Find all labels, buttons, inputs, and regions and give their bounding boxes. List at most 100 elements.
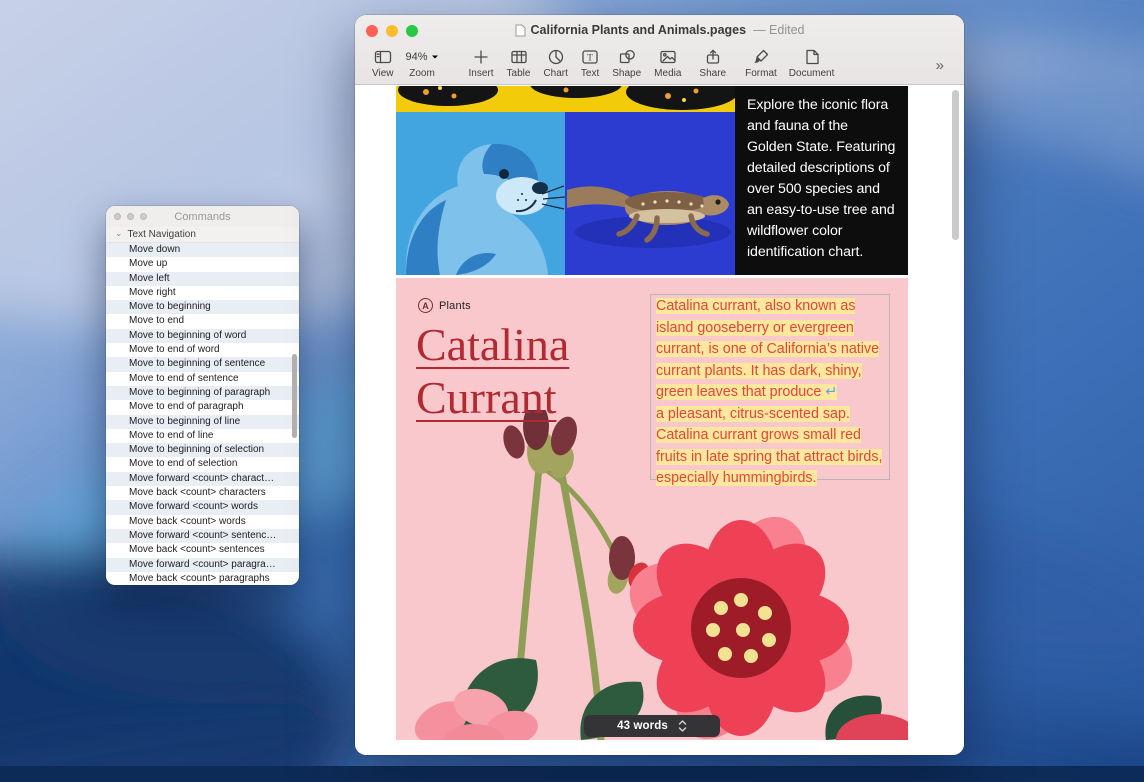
command-item[interactable]: Move back <count> sentences bbox=[106, 543, 299, 557]
command-item[interactable]: Move to beginning of selection bbox=[106, 443, 299, 457]
toolbar-insert-label: Insert bbox=[469, 68, 494, 79]
window-chrome[interactable]: California Plants and Animals.pages — Ed… bbox=[355, 15, 964, 85]
toolbar-zoom-label: Zoom bbox=[409, 68, 435, 79]
document-canvas[interactable]: Explore the iconic flora and fauna of th… bbox=[355, 85, 964, 755]
view-sidebar-icon bbox=[374, 48, 392, 66]
toolbar-table-button[interactable]: Table bbox=[504, 46, 534, 81]
intro-text-panel[interactable]: Explore the iconic flora and fauna of th… bbox=[735, 86, 908, 275]
minimize-button[interactable] bbox=[127, 213, 134, 220]
commands-titlebar[interactable]: Commands bbox=[106, 206, 299, 227]
close-button[interactable] bbox=[114, 213, 121, 220]
toolbar-chart-label: Chart bbox=[543, 68, 567, 79]
toolbar-document-label: Document bbox=[789, 68, 835, 79]
command-item[interactable]: Move right bbox=[106, 286, 299, 300]
command-item[interactable]: Move to end of word bbox=[106, 343, 299, 357]
command-item[interactable]: Move to beginning of sentence bbox=[106, 357, 299, 371]
command-item[interactable]: Move to beginning bbox=[106, 300, 299, 314]
command-item[interactable]: Move back <count> words bbox=[106, 515, 299, 529]
command-item[interactable]: Move to beginning of paragraph bbox=[106, 386, 299, 400]
highlighted-text-2: a pleasant, citrus-scented sap. Catalina… bbox=[656, 406, 882, 487]
command-item[interactable]: Move to end of sentence bbox=[106, 372, 299, 386]
window-title-text: California Plants and Animals.pages bbox=[531, 23, 747, 37]
toolbar-text-label: Text bbox=[581, 68, 599, 79]
plants-tag-label: Plants bbox=[439, 300, 471, 312]
seal-image[interactable] bbox=[396, 112, 565, 275]
toolbar-insert-button[interactable]: Insert bbox=[466, 46, 497, 81]
command-item[interactable]: Move forward <count> words bbox=[106, 500, 299, 514]
heading-line-1: Catalina bbox=[416, 318, 569, 371]
command-item[interactable]: Move to end of selection bbox=[106, 457, 299, 471]
command-item[interactable]: Move to beginning of line bbox=[106, 415, 299, 429]
toolbar-media-label: Media bbox=[654, 68, 681, 79]
toolbar: View 94% Zoom Insert Table bbox=[355, 44, 964, 84]
command-item[interactable]: Move up bbox=[106, 257, 299, 271]
text-tool-icon: T bbox=[581, 48, 599, 66]
hero-image-row bbox=[396, 112, 735, 275]
seal-illustration bbox=[396, 112, 565, 275]
format-brush-icon bbox=[752, 48, 770, 66]
toolbar-format-label: Format bbox=[745, 68, 777, 79]
intro-text: Explore the iconic flora and fauna of th… bbox=[747, 95, 896, 263]
toolbar-format-button[interactable]: Format bbox=[742, 46, 780, 81]
command-item[interactable]: Move back <count> paragraphs bbox=[106, 572, 299, 585]
command-item[interactable]: Move to end bbox=[106, 314, 299, 328]
insert-plus-icon bbox=[472, 48, 490, 66]
command-item[interactable]: Move to end of paragraph bbox=[106, 400, 299, 414]
toolbar-chart-button[interactable]: Chart bbox=[540, 46, 570, 81]
lizard-image[interactable] bbox=[565, 112, 735, 275]
word-count-widget[interactable]: 43 words bbox=[584, 715, 720, 737]
chevron-down-icon: ⌄ bbox=[115, 229, 123, 238]
svg-text:T: T bbox=[587, 53, 593, 63]
toolbar-overflow-button[interactable]: » bbox=[930, 56, 950, 75]
toolbar-table-label: Table bbox=[507, 68, 531, 79]
command-item[interactable]: Move forward <count> charact… bbox=[106, 472, 299, 486]
command-item[interactable]: Move left bbox=[106, 272, 299, 286]
heading-line-2: Currant bbox=[416, 371, 557, 424]
window-title-status: — Edited bbox=[753, 23, 804, 37]
window-title: California Plants and Animals.pages — Ed… bbox=[355, 22, 964, 38]
document-file-icon bbox=[515, 24, 526, 37]
stepper-chevrons-icon bbox=[678, 719, 687, 733]
toolbar-document-button[interactable]: Document bbox=[786, 46, 838, 81]
toolbar-share-button[interactable]: Share bbox=[696, 46, 729, 81]
commands-window: Commands ⌄ Text Navigation Move down Mov… bbox=[106, 206, 299, 585]
section-text-navigation[interactable]: ⌄ Text Navigation bbox=[106, 227, 299, 243]
command-item[interactable]: Move to end of line bbox=[106, 429, 299, 443]
toolbar-shape-button[interactable]: Shape bbox=[609, 46, 644, 81]
command-item[interactable]: Move back <count> characters bbox=[106, 486, 299, 500]
highlighted-text-1: Catalina currant, also known as island g… bbox=[656, 298, 879, 400]
share-icon bbox=[704, 48, 722, 66]
commands-list: Move down Move up Move left Move right M… bbox=[106, 243, 299, 585]
command-item[interactable]: Move forward <count> paragra… bbox=[106, 558, 299, 572]
zoom-button[interactable] bbox=[140, 213, 147, 220]
table-icon bbox=[510, 48, 528, 66]
toolbar-text-button[interactable]: T Text bbox=[578, 46, 602, 81]
toolbar-view-button[interactable]: View bbox=[369, 46, 397, 81]
commands-scrollbar[interactable] bbox=[292, 354, 297, 438]
pages-window: California Plants and Animals.pages — Ed… bbox=[355, 15, 964, 755]
line-break-marker: ↵ bbox=[825, 384, 837, 400]
command-item[interactable]: Move down bbox=[106, 243, 299, 257]
plants-section: A Plants Catalina Currant Catalina curra… bbox=[396, 278, 908, 740]
desktop: { "icons": { "chevron_down": "⌄", "text_… bbox=[0, 0, 1144, 782]
circled-a-icon: A bbox=[418, 298, 433, 313]
section-heading[interactable]: Catalina Currant bbox=[416, 318, 569, 424]
zoom-percentage: 94% bbox=[406, 51, 428, 63]
snake-image-strip[interactable] bbox=[396, 86, 735, 112]
body-text-box[interactable]: Catalina currant, also known as island g… bbox=[650, 294, 890, 480]
media-photo-icon bbox=[659, 48, 677, 66]
chevron-down-icon bbox=[431, 54, 439, 60]
zoom-value: 94% bbox=[406, 48, 439, 66]
toolbar-media-button[interactable]: Media bbox=[651, 46, 684, 81]
hero-left-column bbox=[396, 86, 735, 275]
toolbar-zoom-button[interactable]: 94% Zoom bbox=[403, 46, 442, 81]
chart-pie-icon bbox=[547, 48, 565, 66]
lizard-illustration bbox=[565, 112, 735, 275]
command-item[interactable]: Move to beginning of word bbox=[106, 329, 299, 343]
section-label: Text Navigation bbox=[128, 229, 196, 240]
toolbar-shape-label: Shape bbox=[612, 68, 641, 79]
plants-tag[interactable]: A Plants bbox=[418, 298, 471, 313]
commands-window-title: Commands bbox=[174, 211, 230, 223]
document-scrollbar[interactable] bbox=[952, 90, 959, 240]
command-item[interactable]: Move forward <count> sentenc… bbox=[106, 529, 299, 543]
